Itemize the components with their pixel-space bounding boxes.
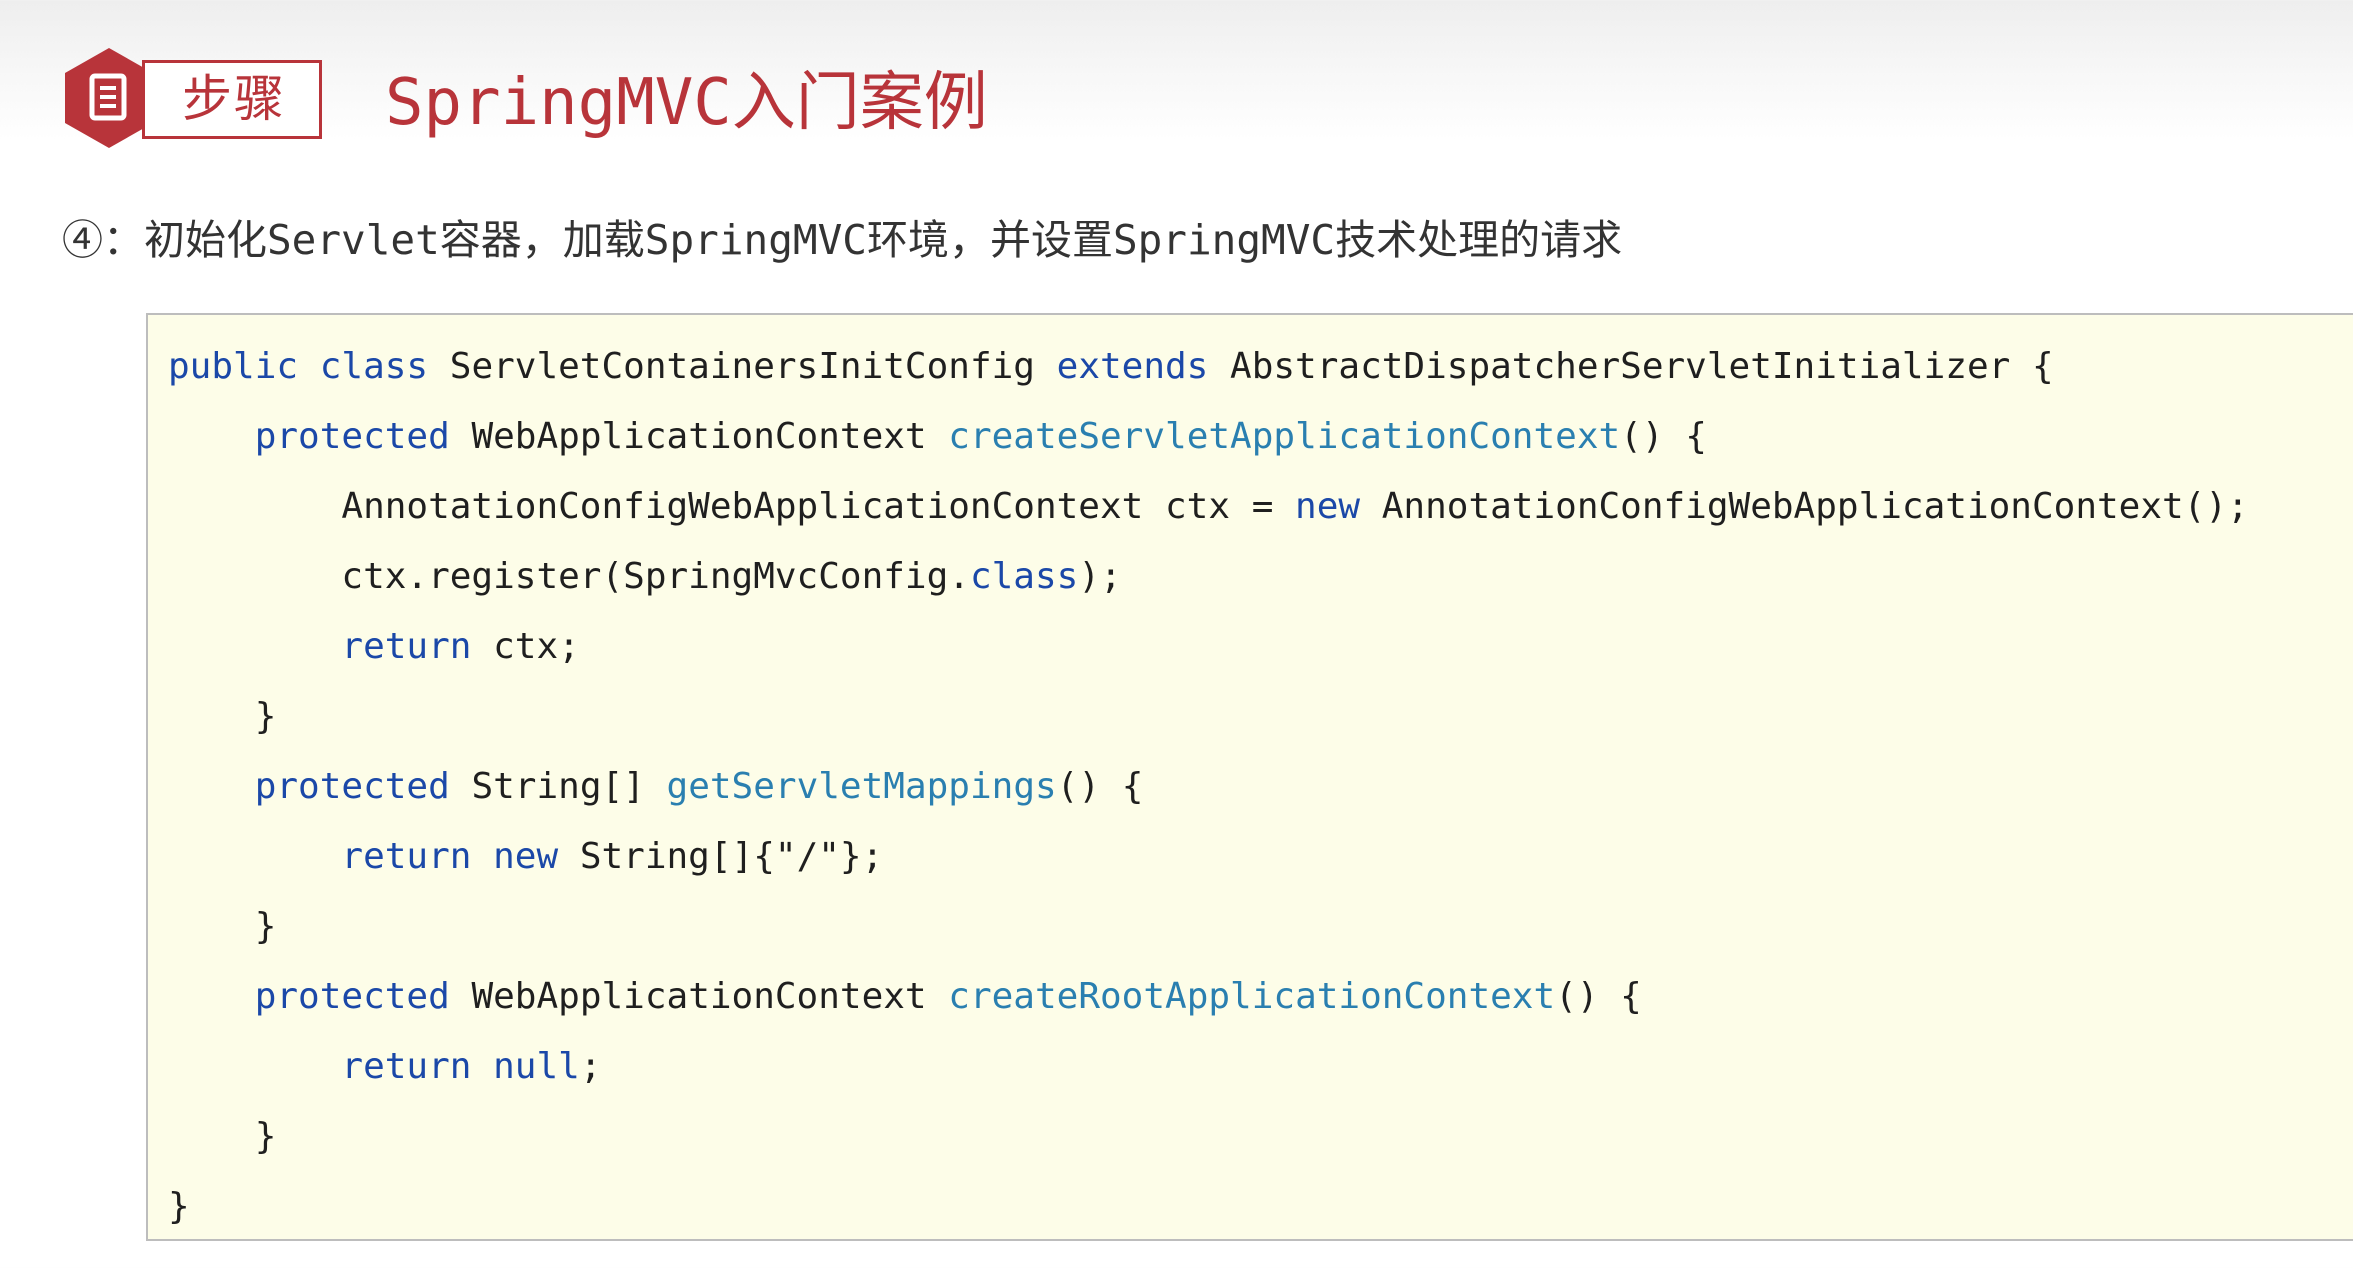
code-token: WebApplicationContext xyxy=(471,416,949,457)
code-line: ctx.register(SpringMvcConfig.class); xyxy=(168,547,1122,607)
code-line: protected WebApplicationContext createRo… xyxy=(168,967,1642,1027)
code-line: public class ServletContainersInitConfig… xyxy=(168,337,2054,397)
code-token: new xyxy=(493,836,580,877)
code-line: } xyxy=(168,1177,190,1237)
code-token: protected xyxy=(254,976,472,1017)
code-token: createRootApplicationContext xyxy=(948,976,1556,1017)
code-line: } xyxy=(168,897,277,957)
badge-label: 步骤 xyxy=(182,70,286,128)
code-token: return xyxy=(341,836,494,877)
code-token: protected xyxy=(254,766,472,807)
code-token: class xyxy=(969,556,1079,597)
code-token: String[]{ xyxy=(579,836,775,877)
code-token: return xyxy=(341,1046,494,1087)
code-line: } xyxy=(168,1107,277,1167)
code-token: AbstractDispatcherServletInitializer { xyxy=(1230,346,2054,387)
code-token: ); xyxy=(1078,556,1122,597)
code-token: () { xyxy=(1056,766,1144,807)
code-token: protected xyxy=(254,416,472,457)
code-token: getServletMappings xyxy=(666,766,1057,807)
step-badge: 步骤 xyxy=(62,46,327,148)
code-line: AnnotationConfigWebApplicationContext ct… xyxy=(168,477,2249,537)
code-line: return new String[]{"/"}; xyxy=(168,827,883,887)
code-token: null xyxy=(493,1046,580,1087)
code-token: AnnotationConfigWebApplicationContext(); xyxy=(1381,486,2249,527)
code-token: }; xyxy=(839,836,884,877)
code-token: String[] xyxy=(471,766,667,807)
code-token: () { xyxy=(1555,976,1642,1017)
code-token: } xyxy=(168,1186,190,1227)
code-token: } xyxy=(168,1116,277,1157)
code-token: "/" xyxy=(774,836,840,877)
code-token: ctx; xyxy=(493,626,580,667)
code-block: public class ServletContainersInitConfig… xyxy=(146,313,2353,1241)
code-token: extends xyxy=(1056,346,1231,387)
code-line: protected WebApplicationContext createSe… xyxy=(168,407,1707,467)
code-token: ServletContainersInitConfig xyxy=(449,346,1057,387)
code-token: return xyxy=(341,626,494,667)
code-token: } xyxy=(168,906,277,947)
code-line: return null; xyxy=(168,1037,602,1097)
code-line: } xyxy=(168,687,277,747)
code-token: new xyxy=(1295,486,1382,527)
code-token: () { xyxy=(1620,416,1707,457)
code-token: AnnotationConfigWebApplicationContext ct… xyxy=(168,486,1296,527)
step-description: ④：初始化Servlet容器，加载SpringMVC环境，并设置SpringMV… xyxy=(62,216,1623,264)
code-token: WebApplicationContext xyxy=(471,976,949,1017)
code-token: ctx.register(SpringMvcConfig. xyxy=(168,556,970,597)
code-line: protected String[] getServletMappings() … xyxy=(168,757,1144,817)
page-title: SpringMVC入门案例 xyxy=(385,66,988,140)
code-line: return ctx; xyxy=(168,617,580,677)
code-token: } xyxy=(168,696,277,737)
code-token: ; xyxy=(579,1046,602,1087)
code-token: public class xyxy=(168,346,450,387)
code-token: createServletApplicationContext xyxy=(948,416,1621,457)
